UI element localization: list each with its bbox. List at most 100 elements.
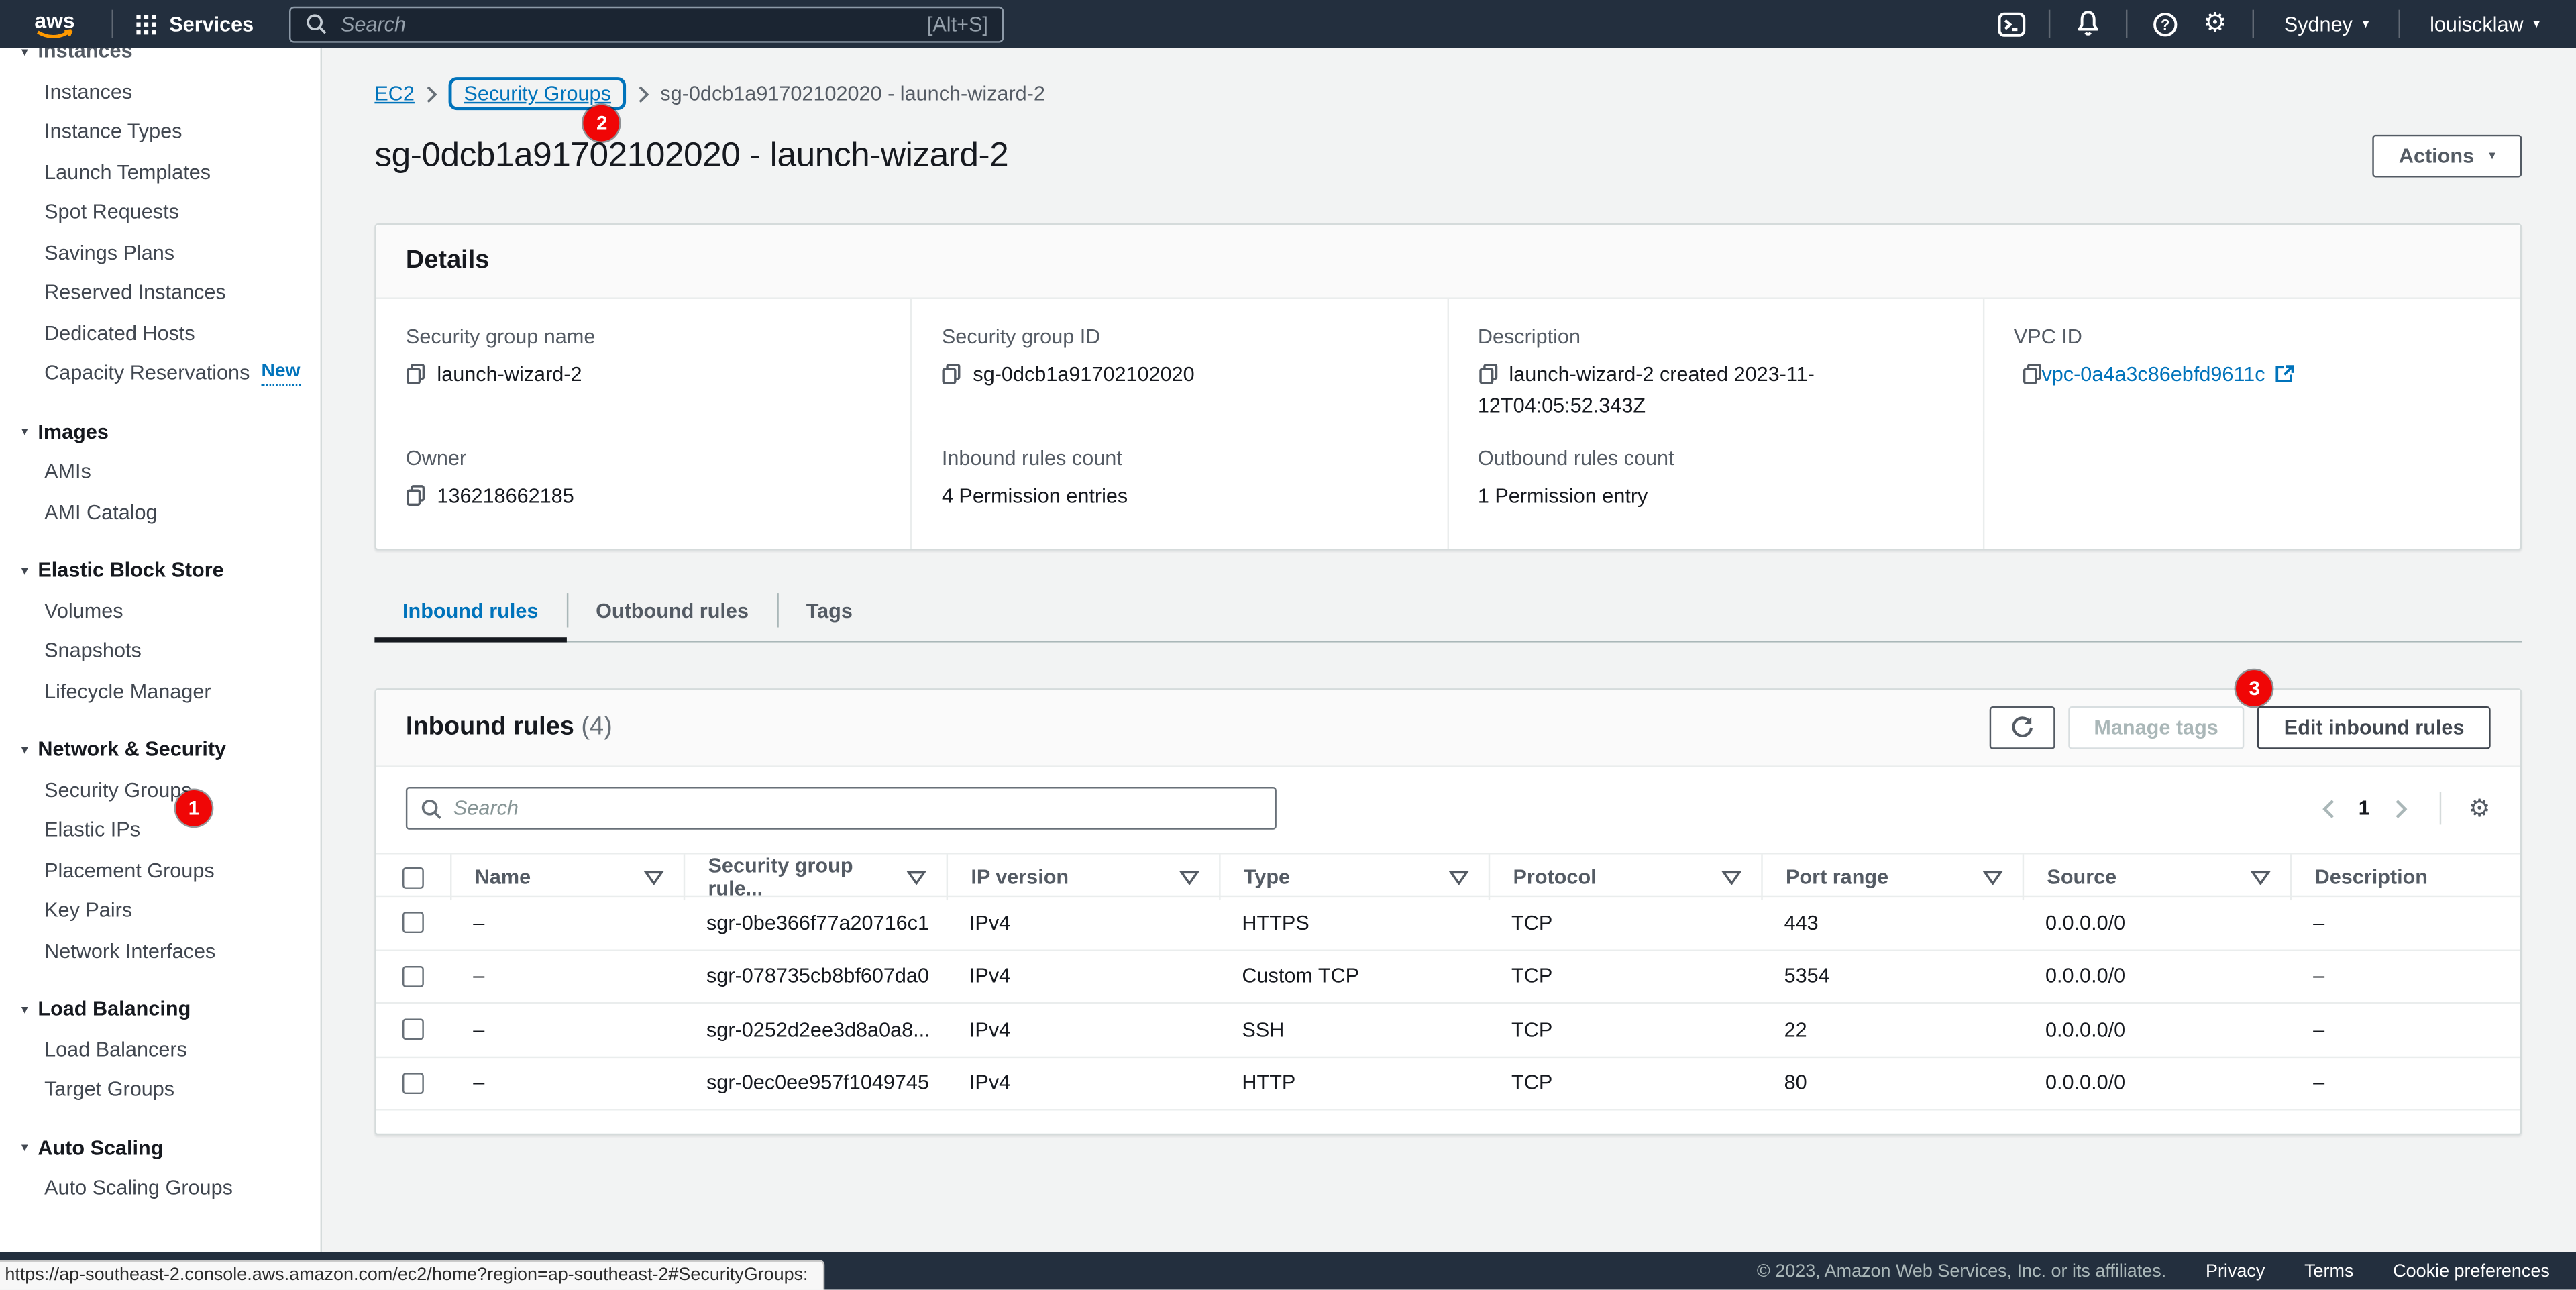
cell-ip-version: IPv4: [947, 912, 1220, 934]
header-name[interactable]: Name: [450, 855, 684, 901]
cell-name: –: [450, 912, 684, 934]
sidebar-item-network-interfaces[interactable]: Network Interfaces: [0, 930, 321, 971]
sidebar-item-launch-templates[interactable]: Launch Templates: [0, 152, 321, 193]
sidebar-section-images[interactable]: ▾Images: [0, 411, 321, 451]
rules-search-input[interactable]: [453, 797, 1262, 820]
table-row[interactable]: – sgr-0be366f77a20716c1 IPv4 HTTPS TCP 4…: [376, 897, 2520, 951]
sidebar-section-network-security[interactable]: ▾Network & Security: [0, 729, 321, 769]
breadcrumb-ec2-link[interactable]: EC2: [374, 82, 415, 105]
copy-icon[interactable]: [2022, 363, 2041, 384]
account-menu[interactable]: louiscklaw ▾: [2414, 0, 2557, 48]
sidebar-item-spot-requests[interactable]: Spot Requests: [0, 193, 321, 233]
row-checkbox[interactable]: [402, 1073, 424, 1094]
table-preferences-button[interactable]: ⚙: [2469, 796, 2491, 821]
copy-icon[interactable]: [406, 484, 425, 506]
filter-icon[interactable]: [1179, 870, 1199, 885]
filter-icon[interactable]: [1983, 870, 2002, 885]
sidebar-item-elastic-ips[interactable]: Elastic IPs: [0, 810, 321, 850]
sidebar-item-key-pairs[interactable]: Key Pairs: [0, 890, 321, 930]
actions-button[interactable]: Actions ▾: [2373, 135, 2522, 178]
table-row[interactable]: – sgr-0252d2ee3d8a0a8... IPv4 SSH TCP 22…: [376, 1004, 2520, 1058]
sidebar-item-target-groups[interactable]: Target Groups: [0, 1069, 321, 1110]
sidebar-item-ami-catalog[interactable]: AMI Catalog: [0, 492, 321, 532]
sidebar-item-volumes[interactable]: Volumes: [0, 590, 321, 631]
row-checkbox[interactable]: [402, 966, 424, 987]
edit-inbound-rules-button[interactable]: Edit inbound rules: [2258, 706, 2491, 749]
table-row[interactable]: – sgr-0ec0ee957f1049745 IPv4 HTTP TCP 80…: [376, 1057, 2520, 1111]
filter-icon[interactable]: [2251, 870, 2270, 885]
tab-inbound-rules[interactable]: Inbound rules: [374, 580, 566, 641]
settings-button[interactable]: ⚙: [2190, 0, 2239, 48]
details-card-title: Details: [376, 225, 2520, 299]
details-row-1: Security group name launch-wizard-2 Secu…: [376, 299, 2520, 430]
sidebar-section-instances[interactable]: ▾Instances: [0, 48, 321, 72]
sidebar-item-dedicated-hosts[interactable]: Dedicated Hosts: [0, 313, 321, 354]
cloudshell-button[interactable]: [1987, 0, 2036, 48]
topbar-left: aws Services: [19, 0, 1004, 48]
edit-inbound-rules-wrap: Edit inbound rules 3: [2258, 706, 2491, 749]
details-row-2: Owner 136218662185 Inbound rules count 4…: [376, 430, 2520, 549]
filter-icon[interactable]: [908, 870, 927, 885]
sidebar-item-snapshots[interactable]: Snapshots: [0, 631, 321, 671]
header-ip-version[interactable]: IP version: [947, 855, 1220, 901]
row-checkbox[interactable]: [402, 1019, 424, 1040]
aws-logo[interactable]: aws: [30, 7, 82, 41]
header-protocol[interactable]: Protocol: [1489, 855, 1762, 901]
global-search-input[interactable]: Search [Alt+S]: [290, 6, 1004, 42]
tab-outbound-rules[interactable]: Outbound rules: [568, 580, 776, 641]
tab-tags[interactable]: Tags: [778, 580, 880, 641]
sidebar-section-load-balancing[interactable]: ▾Load Balancing: [0, 989, 321, 1029]
filter-icon[interactable]: [644, 870, 663, 885]
refresh-button[interactable]: [1989, 706, 2055, 749]
sidebar-item-instances[interactable]: Instances: [0, 72, 321, 112]
copy-icon[interactable]: [406, 363, 425, 384]
vpc-id-link[interactable]: vpc-0a4a3c86ebfd9611c: [2041, 363, 2265, 386]
sidebar-item-auto-scaling-groups[interactable]: Auto Scaling Groups: [0, 1168, 321, 1208]
sidebar-section-elastic-block-store[interactable]: ▾Elastic Block Store: [0, 550, 321, 590]
footer-privacy-link[interactable]: Privacy: [2206, 1261, 2265, 1281]
breadcrumb-security-groups-focus: Security Groups 2: [449, 77, 626, 110]
cell-description: –: [2290, 965, 2520, 987]
current-page-number[interactable]: 1: [2359, 797, 2370, 820]
sidebar-item-savings-plans[interactable]: Savings Plans: [0, 233, 321, 273]
copy-icon[interactable]: [942, 363, 961, 384]
manage-tags-button[interactable]: Manage tags: [2068, 706, 2245, 749]
tutorial-step-badge-3: 3: [2237, 670, 2273, 706]
sidebar-item-amis[interactable]: AMIs: [0, 451, 321, 492]
sidebar-section-auto-scaling[interactable]: ▾Auto Scaling: [0, 1128, 321, 1168]
table-row[interactable]: – sgr-078735cb8bf607da0 IPv4 Custom TCP …: [376, 951, 2520, 1004]
cell-type: HTTPS: [1219, 912, 1489, 934]
notifications-button[interactable]: [2064, 0, 2113, 48]
region-selector[interactable]: Sydney ▾: [2267, 0, 2385, 48]
header-port-range[interactable]: Port range: [1761, 855, 2022, 901]
cell-port-range: 22: [1761, 1018, 2022, 1041]
filter-icon[interactable]: [1449, 870, 1468, 885]
sidebar-item-reserved-instances[interactable]: Reserved Instances: [0, 273, 321, 313]
detail-description: Description launch-wizard-2 created 2023…: [1448, 299, 1984, 430]
breadcrumb-security-groups-link[interactable]: Security Groups: [464, 82, 610, 105]
previous-page-button[interactable]: [2318, 794, 2339, 822]
sidebar-item-placement-groups[interactable]: Placement Groups: [0, 850, 321, 890]
header-type[interactable]: Type: [1219, 855, 1489, 901]
sidebar-item-lifecycle-manager[interactable]: Lifecycle Manager: [0, 671, 321, 711]
help-button[interactable]: ?: [2141, 0, 2190, 48]
footer-cookie-preferences-link[interactable]: Cookie preferences: [2393, 1261, 2550, 1281]
header-description[interactable]: Description: [2290, 855, 2520, 901]
select-all-checkbox[interactable]: [402, 867, 424, 888]
sidebar-item-instance-types[interactable]: Instance Types: [0, 112, 321, 152]
sidebar-item-security-groups[interactable]: Security Groups 1: [0, 769, 321, 810]
header-source[interactable]: Source: [2023, 855, 2290, 901]
cell-description: –: [2290, 1072, 2520, 1095]
cell-type: SSH: [1219, 1018, 1489, 1041]
services-menu-button[interactable]: Services: [136, 12, 254, 35]
header-security-group-rule-id[interactable]: Security group rule...: [684, 855, 947, 901]
sidebar-item-capacity-reservations[interactable]: Capacity ReservationsNew: [0, 354, 321, 394]
filter-icon[interactable]: [1722, 870, 1741, 885]
footer-terms-link[interactable]: Terms: [2304, 1261, 2353, 1281]
next-page-button[interactable]: [2390, 794, 2411, 822]
cloudshell-icon: [1997, 11, 2025, 37]
copy-icon[interactable]: [1478, 363, 1497, 384]
sidebar-item-load-balancers[interactable]: Load Balancers: [0, 1029, 321, 1069]
row-checkbox[interactable]: [402, 912, 424, 934]
cell-name: –: [450, 965, 684, 987]
